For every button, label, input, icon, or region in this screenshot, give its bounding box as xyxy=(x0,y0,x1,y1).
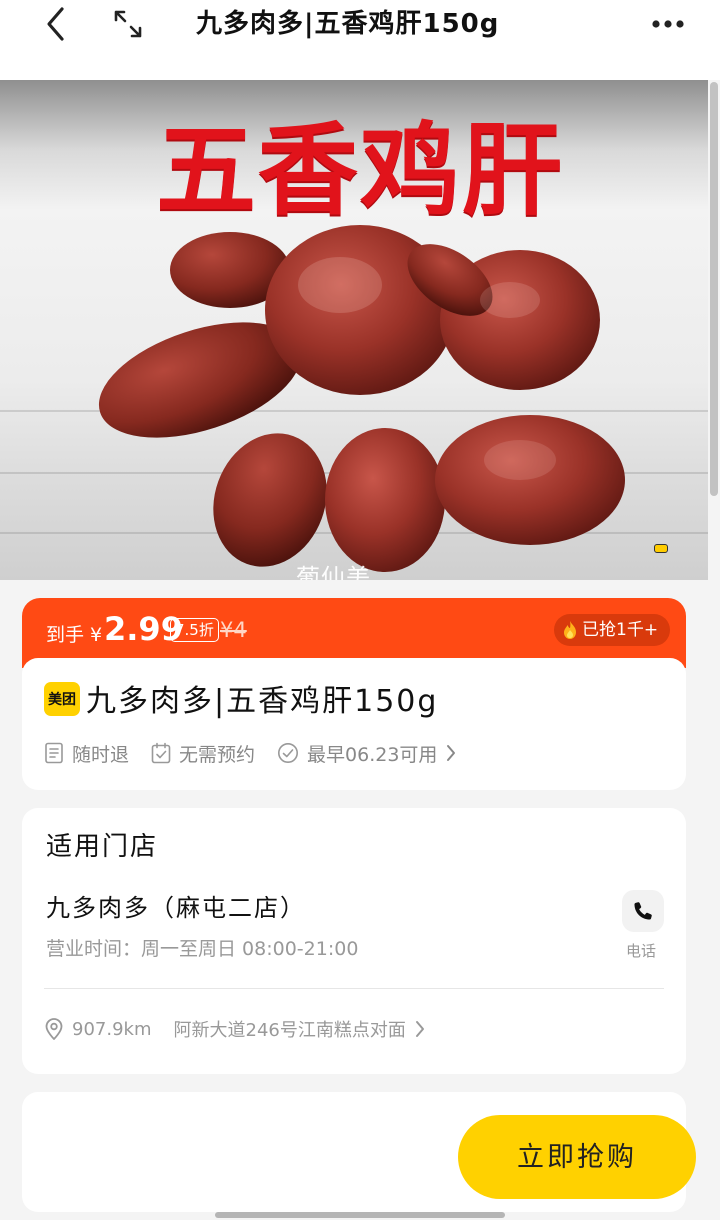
divider xyxy=(44,988,664,989)
phone-label[interactable]: 电话 xyxy=(626,940,656,961)
back-button[interactable] xyxy=(36,4,76,44)
store-distance: 907.9km xyxy=(72,1018,152,1040)
meituan-badge: 美团 xyxy=(44,682,80,716)
feature-label: 最早06.23可用 xyxy=(307,743,438,766)
feature-label: 随时退 xyxy=(72,743,130,766)
store-hours: 营业时间：周一至周日 08:00-21:00 xyxy=(46,938,359,960)
feature-no-reservation: 无需预约 xyxy=(151,740,255,767)
expand-icon xyxy=(114,10,142,38)
buy-now-button[interactable]: 立即抢购 xyxy=(458,1115,696,1199)
calendar-check-icon xyxy=(151,742,171,764)
product-name: 九多肉多|五香鸡肝150g xyxy=(86,684,439,719)
flame-icon xyxy=(564,621,576,639)
feature-refund: 随时退 xyxy=(44,740,129,767)
product-card: 美团 九多肉多|五香鸡肝150g 随时退 无需预约 最早06.23可用 xyxy=(22,658,686,790)
phone-icon xyxy=(634,902,652,920)
product-image[interactable]: 五香鸡肝 葡仙美 xyxy=(0,80,708,580)
page-title: 九多肉多|五香鸡肝150g xyxy=(196,9,500,39)
back-arrow-icon xyxy=(47,7,64,41)
chevron-right-icon xyxy=(415,1021,424,1037)
address-row[interactable]: 907.9km 阿新大道246号江南糕点对面 xyxy=(44,1014,426,1044)
sold-count-badge: 已抢1千+ xyxy=(554,614,671,646)
document-icon xyxy=(45,742,63,764)
store-name[interactable]: 九多肉多（麻屯二店） xyxy=(46,888,306,923)
original-price: ¥4 xyxy=(220,618,247,642)
more-button[interactable] xyxy=(646,4,690,44)
sold-count: 已抢1千+ xyxy=(582,620,659,640)
section-title: 适用门店 xyxy=(46,832,159,862)
store-address: 阿新大道246号江南糕点对面 xyxy=(173,1020,406,1041)
feature-list[interactable]: 随时退 无需预约 最早06.23可用 xyxy=(44,738,479,768)
watermark-text: 葡仙美 xyxy=(296,564,371,580)
check-circle-icon xyxy=(278,743,299,763)
price-label: 到手 ¥ xyxy=(46,624,103,646)
chevron-right-icon xyxy=(447,745,456,761)
chicken-liver-illustration xyxy=(98,225,625,572)
store-card: 适用门店 九多肉多（麻屯二店） 营业时间：周一至周日 08:00-21:00 电… xyxy=(22,808,686,1074)
feature-label: 无需预约 xyxy=(179,743,256,766)
top-bar: 九多肉多|五香鸡肝150g xyxy=(0,0,720,80)
location-pin-icon xyxy=(45,1018,63,1040)
home-indicator xyxy=(215,1212,505,1218)
scrollbar[interactable] xyxy=(710,82,718,496)
expand-button[interactable] xyxy=(108,4,148,44)
phone-button[interactable] xyxy=(622,890,664,932)
discount-badge: 7.5折 xyxy=(170,618,219,642)
more-icon xyxy=(652,20,684,28)
feature-earliest-date: 最早06.23可用 xyxy=(277,740,457,767)
carousel-indicator xyxy=(654,544,668,553)
